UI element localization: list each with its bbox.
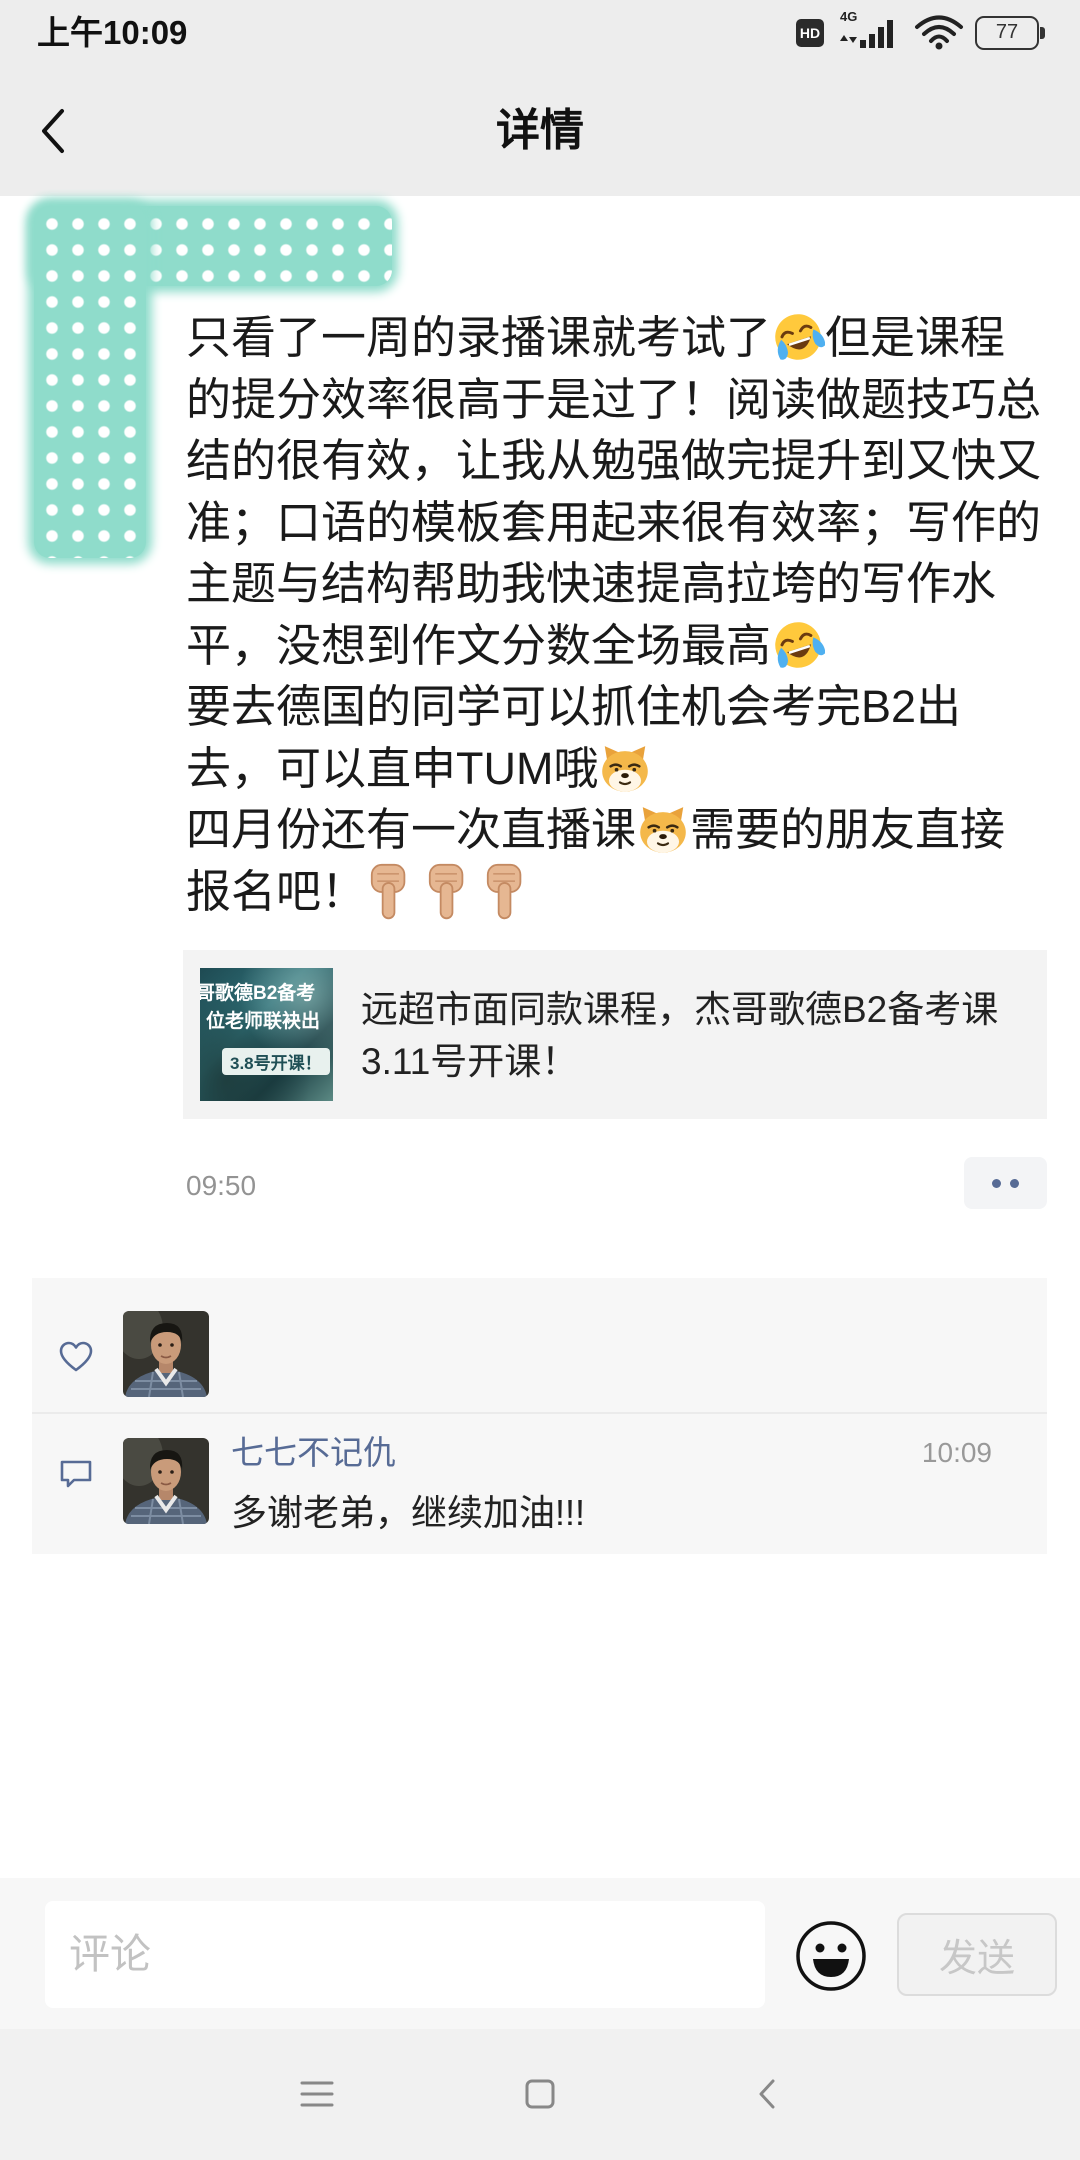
send-button[interactable]: 发送 [897, 1913, 1057, 1996]
post-line: 结的很有效，让我从勉强做完提升到又快又 [186, 430, 1066, 492]
system-nav-bar [0, 2029, 1080, 2160]
post-text-segment: 结的很有效，让我从勉强做完提升到又快又 [186, 435, 1042, 486]
thumbnail-text: 位老师联袂出 [206, 1011, 321, 1032]
post-line: 的提分效率很高于是过了！阅读做题技巧总 [186, 369, 1066, 431]
post-text-segment: 但是课程 [825, 312, 1006, 363]
post-text-segment: 四月份还有一次直播课 [186, 804, 637, 855]
wifi-icon [915, 15, 963, 50]
pointing-down-emoji [366, 863, 412, 921]
comment-icon [60, 1460, 92, 1488]
link-card[interactable]: 哥歌德B2备考 位老师联袂出 3.8号开课！ 远超市面同款课程，杰哥歌德B2备考… [183, 950, 1047, 1119]
post-line: 报名吧！ [186, 861, 1066, 923]
heart-icon [59, 1341, 93, 1372]
signal-icon: 4G [836, 10, 902, 54]
redaction-overlay-left [34, 206, 146, 558]
menu-icon[interactable] [300, 2079, 334, 2109]
home-square-icon[interactable] [525, 2079, 555, 2109]
more-dots-icon [1010, 1179, 1019, 1188]
post-text-segment: 的提分效率很高于是过了！阅读做题技巧总 [186, 373, 1042, 425]
link-title: 远超市面同款课程，杰哥歌德B2备考课 3.11号开课！ [361, 984, 1031, 1088]
tears-of-joy-emoji [771, 618, 825, 672]
hd-icon: HD [796, 19, 824, 47]
comment-input[interactable] [45, 1901, 765, 2008]
link-thumbnail: 哥歌德B2备考 位老师联袂出 3.8号开课！ [200, 968, 333, 1101]
post-text-segment: 平，没想到作文分数全场最高 [186, 619, 772, 671]
post-text-segment: 主题与结构帮助我快速提高拉垮的写作水 [186, 558, 997, 609]
post-text-segment: 准；口语的模板套用起来很有效率；写作的 [186, 496, 1042, 548]
post-line: 四月份还有一次直播课 需要的朋友直接 [186, 799, 1066, 861]
back-triangle-icon[interactable] [758, 2078, 776, 2110]
smiley-icon[interactable] [794, 1919, 868, 1993]
post-line: 去，可以直申TUM哦 [186, 738, 1066, 800]
battery-level: 77 [995, 21, 1019, 43]
thumbnail-text: 哥歌德B2备考 [200, 983, 316, 1004]
page-title: 详情 [496, 106, 584, 155]
header-bar: 详情 [0, 66, 1080, 196]
comment-text: 多谢老弟，继续加油!!! [231, 1492, 586, 1533]
thumbnail-badge: 3.8号开课！ [222, 1048, 330, 1075]
post-text-segment: 要去德国的同学可以抓住机会考完B2出 [186, 681, 962, 732]
comment-author[interactable]: 七七不记仇 [231, 1431, 396, 1475]
post-text-segment: 只看了一周的录播课就考试了 [186, 312, 772, 363]
post-text-segment: 去，可以直申TUM哦 [186, 742, 599, 794]
comment-item[interactable]: 七七不记仇 10:09 多谢老弟，继续加油!!! [32, 1414, 1047, 1554]
post-line: 主题与结构帮助我快速提高拉垮的写作水 [186, 553, 1066, 615]
avatar-photo [123, 1311, 209, 1397]
pointing-down-emoji [424, 863, 470, 921]
post-line: 平，没想到作文分数全场最高 [186, 615, 1066, 677]
status-time: 上午10:09 [37, 14, 188, 51]
chevron-left-icon [42, 109, 64, 153]
battery-nub [1040, 27, 1045, 39]
post-line: 要去德国的同学可以抓住机会考完B2出 [186, 676, 1066, 738]
post-line: 只看了一周的录播课就考试了 但是课程 [186, 307, 1066, 369]
link-title-line: 3.11号开课！ [361, 1041, 579, 1082]
likes-row [32, 1278, 1047, 1412]
interactions-panel: 七七不记仇 10:09 多谢老弟，继续加油!!! [32, 1278, 1047, 1554]
post-timestamp: 09:50 [186, 1170, 257, 1201]
post-line: 准；口语的模板套用起来很有效率；写作的 [186, 492, 1066, 554]
link-title-line: 远超市面同款课程，杰哥歌德B2备考课 [361, 989, 999, 1030]
liker-avatar[interactable] [123, 1311, 209, 1397]
doge-emoji [598, 741, 652, 795]
battery-icon: 77 [975, 16, 1039, 50]
back-button[interactable] [28, 104, 78, 160]
status-bar: 上午10:09 HD 4G 77 [0, 0, 1080, 66]
more-actions-button[interactable] [964, 1157, 1047, 1209]
post-text: 只看了一周的录播课就考试了 但是课程 的提分效率很高于是过了！阅读做题技巧总 结的… [186, 307, 1066, 922]
avatar-photo [123, 1438, 209, 1524]
doge-emoji [636, 802, 690, 856]
comment-bar: 发送 [0, 1878, 1080, 2029]
post-text-segment: 报名吧！ [186, 865, 367, 917]
post-text-segment: 需要的朋友直接 [690, 804, 1006, 855]
commenter-avatar[interactable] [123, 1438, 209, 1524]
comment-time: 10:09 [921, 1437, 992, 1468]
more-dots-icon [992, 1179, 1001, 1188]
tears-of-joy-emoji [771, 310, 825, 364]
pointing-down-emoji [482, 863, 528, 921]
network-type-label: 4G [840, 9, 858, 24]
